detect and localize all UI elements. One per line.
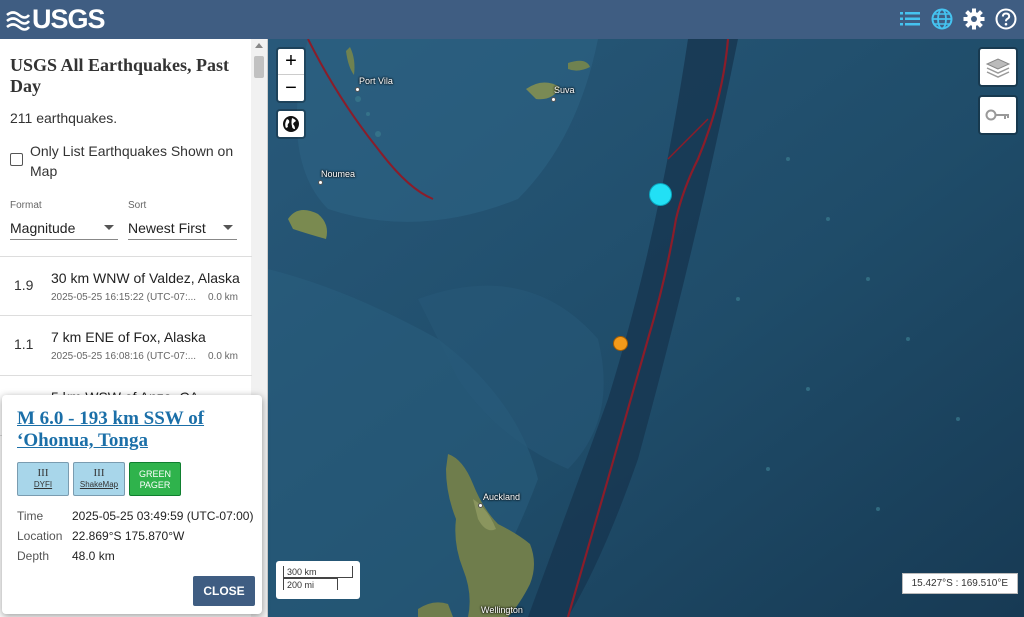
map-background <box>268 39 1024 617</box>
format-select[interactable]: Magnitude <box>10 216 118 240</box>
globe-icon[interactable] <box>930 7 954 31</box>
dyfi-badge[interactable]: III DYFI <box>17 462 69 496</box>
pager-level: GREEN <box>138 469 171 479</box>
pager-badge[interactable]: GREEN PAGER <box>129 462 181 496</box>
depth: 0.0 km <box>207 351 238 362</box>
earthquake-marker-selected[interactable] <box>649 183 672 206</box>
location-value: 22.869°S 175.870°W <box>72 529 185 543</box>
earthquake-count: 211 earthquakes. <box>10 110 118 126</box>
chevron-down-icon <box>223 225 233 230</box>
list-item[interactable]: 1.1 7 km ENE of Fox, Alaska 2025-05-25 1… <box>0 316 252 376</box>
time: 2025-05-25 16:15:22 (UTC-07:... <box>51 292 197 303</box>
help-icon[interactable] <box>994 7 1018 31</box>
scale-mi: 200 mi <box>283 578 338 590</box>
scroll-thumb[interactable] <box>254 56 264 78</box>
usgs-wave-icon <box>6 10 30 31</box>
only-list-checkbox[interactable] <box>10 153 23 166</box>
depth: 0.0 km <box>207 292 238 303</box>
city-label-suva: Suva <box>554 85 575 95</box>
city-dot <box>551 97 556 102</box>
popup-title-link[interactable]: M 6.0 - 193 km SSW of ‘Ohonua, Tonga <box>17 408 253 452</box>
dyfi-level: III <box>37 467 49 479</box>
list-item[interactable]: 1.9 30 km WNW of Valdez, Alaska 2025-05-… <box>0 256 252 316</box>
only-list-shown-on-map-toggle[interactable]: Only List Earthquakes Shown on Map <box>10 141 246 181</box>
zoom-control: + − <box>276 47 306 103</box>
time-label: Time <box>17 509 44 523</box>
depth-row: Depth 48.0 km <box>17 549 115 563</box>
usgs-logo[interactable]: USGS <box>6 4 106 34</box>
magnitude: 1.9 <box>14 277 34 293</box>
pager-label: PAGER <box>139 480 171 490</box>
scale-km: 300 km <box>283 566 353 578</box>
scale-bar: 300 km 200 mi <box>276 561 360 599</box>
city-dot <box>318 180 323 185</box>
feed-title: USGS All Earthquakes, Past Day <box>10 55 230 96</box>
cursor-coordinates: 15.427°S : 169.510°E <box>901 573 1018 594</box>
zoom-in-button[interactable]: + <box>278 49 304 75</box>
list-icon[interactable] <box>898 7 922 31</box>
city-dot <box>478 503 483 508</box>
sort-select-group: Sort Newest First <box>128 200 237 240</box>
dyfi-label: DYFI <box>33 480 53 489</box>
time: 2025-05-25 16:08:16 (UTC-07:... <box>51 351 197 362</box>
map-view[interactable]: Port Vila Suva Noumea Auckland Wellingto… <box>268 39 1024 617</box>
globe-icon <box>283 116 299 132</box>
format-select-group: Format Magnitude <box>10 200 118 240</box>
shakemap-level: III <box>93 467 105 479</box>
layers-icon <box>985 58 1011 78</box>
shakemap-badge[interactable]: III ShakeMap <box>73 462 125 496</box>
scroll-up-arrow-icon[interactable] <box>255 43 263 48</box>
time-row: Time 2025-05-25 03:49:59 (UTC-07:00) <box>17 509 253 523</box>
place: 30 km WNW of Valdez, Alaska <box>51 270 240 286</box>
time-value: 2025-05-25 03:49:59 (UTC-07:00) <box>72 509 254 523</box>
depth-value: 48.0 km <box>72 549 115 563</box>
city-label-port-vila: Port Vila <box>359 76 393 86</box>
format-value: Magnitude <box>10 219 76 236</box>
close-button[interactable]: CLOSE <box>193 576 255 606</box>
city-dot <box>355 87 360 92</box>
sort-value: Newest First <box>128 219 206 236</box>
logo-text: USGS <box>32 4 106 34</box>
globe-view-button[interactable] <box>276 109 306 139</box>
depth-label: Depth <box>17 549 50 563</box>
chevron-down-icon <box>104 225 114 230</box>
layers-button[interactable] <box>978 47 1018 87</box>
location-label: Location <box>17 529 63 543</box>
city-label-noumea: Noumea <box>321 169 356 179</box>
format-label: Format <box>10 200 42 211</box>
sort-select[interactable]: Newest First <box>128 216 237 240</box>
zoom-out-button[interactable]: − <box>278 75 304 101</box>
legend-button[interactable] <box>978 95 1018 135</box>
place: 7 km ENE of Fox, Alaska <box>51 329 206 345</box>
city-label-wellington: Wellington <box>481 605 523 615</box>
gear-icon[interactable] <box>962 7 986 31</box>
shakemap-label: ShakeMap <box>79 480 119 489</box>
sort-label: Sort <box>128 200 147 211</box>
magnitude: 1.1 <box>14 336 34 352</box>
location-row: Location 22.869°S 175.870°W <box>17 529 184 543</box>
only-list-label: Only List Earthquakes Shown on Map <box>30 143 234 179</box>
earthquake-popup: M 6.0 - 193 km SSW of ‘Ohonua, Tonga III… <box>2 395 262 614</box>
city-label-auckland: Auckland <box>483 492 521 502</box>
earthquake-marker[interactable] <box>613 336 628 351</box>
top-bar: USGS <box>0 0 1024 39</box>
key-icon <box>985 109 1009 121</box>
